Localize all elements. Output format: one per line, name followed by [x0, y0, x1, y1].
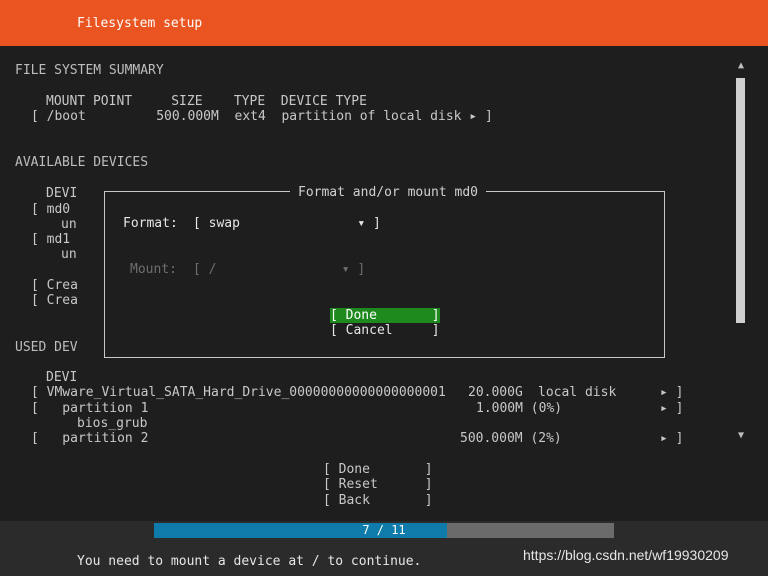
mount-label: Mount:: [130, 262, 177, 277]
summary-column-headers: MOUNT POINT SIZE TYPE DEVICE TYPE: [46, 94, 367, 109]
create-action-1[interactable]: [ Crea: [31, 278, 78, 293]
available-section-title: AVAILABLE DEVICES: [15, 155, 149, 170]
summary-section-title: FILE SYSTEM SUMMARY: [15, 63, 164, 78]
scroll-up-icon[interactable]: ▲: [735, 60, 747, 72]
used-partition-1-size: 1.000M (0%): [476, 401, 563, 416]
used-partition-2-size: 500.000M (2%): [460, 431, 562, 446]
title-bar: Filesystem setup: [0, 0, 768, 46]
available-device-md1[interactable]: [ md1: [31, 232, 70, 247]
used-device-disk-type: local disk: [538, 385, 617, 400]
used-column-header: DEVI: [46, 370, 78, 385]
page-title: Filesystem setup: [77, 16, 203, 31]
watermark: https://blog.csdn.net/wf19930209: [523, 547, 729, 563]
format-select[interactable]: [ swap ▾ ]: [193, 216, 381, 231]
done-button[interactable]: [ Done ]: [323, 462, 433, 477]
dialog-done-button[interactable]: [ Done ]: [330, 308, 440, 323]
used-partition-1[interactable]: [ partition 1: [31, 401, 148, 416]
create-action-2[interactable]: [ Crea: [31, 293, 78, 308]
mount-select[interactable]: [ / ▾ ]: [193, 262, 365, 277]
available-device-md0-info: un: [61, 217, 77, 232]
dialog-cancel-button[interactable]: [ Cancel ]: [330, 323, 440, 338]
available-column-header: DEVI: [46, 186, 78, 201]
format-label: Format:: [123, 216, 178, 231]
progress-bar: 7 / 11: [154, 523, 614, 538]
back-button[interactable]: [ Back ]: [323, 493, 433, 508]
status-message: You need to mount a device at / to conti…: [77, 554, 422, 569]
summary-row-boot[interactable]: [ /boot 500.000M ext4 partition of local…: [31, 109, 493, 124]
scroll-down-icon[interactable]: ▼: [735, 430, 747, 442]
used-partition-2[interactable]: [ partition 2: [31, 431, 148, 446]
used-device-disk-arrow[interactable]: ▸ ]: [660, 385, 683, 400]
used-partition-1-info: bios_grub: [77, 416, 148, 431]
used-partition-2-arrow[interactable]: ▸ ]: [660, 431, 683, 446]
used-device-disk-size: 20.000G: [468, 385, 523, 400]
reset-button[interactable]: [ Reset ]: [323, 477, 433, 492]
used-partition-1-arrow[interactable]: ▸ ]: [660, 401, 683, 416]
progress-label: 7 / 11: [362, 523, 406, 537]
scrollbar[interactable]: [736, 78, 745, 323]
used-section-title: USED DEV: [15, 340, 78, 355]
available-device-md0[interactable]: [ md0: [31, 202, 70, 217]
dialog-title: Format and/or mount md0: [290, 185, 487, 200]
used-device-disk[interactable]: [ VMware_Virtual_SATA_Hard_Drive_0000000…: [31, 385, 446, 400]
available-device-md1-info: un: [61, 247, 77, 262]
